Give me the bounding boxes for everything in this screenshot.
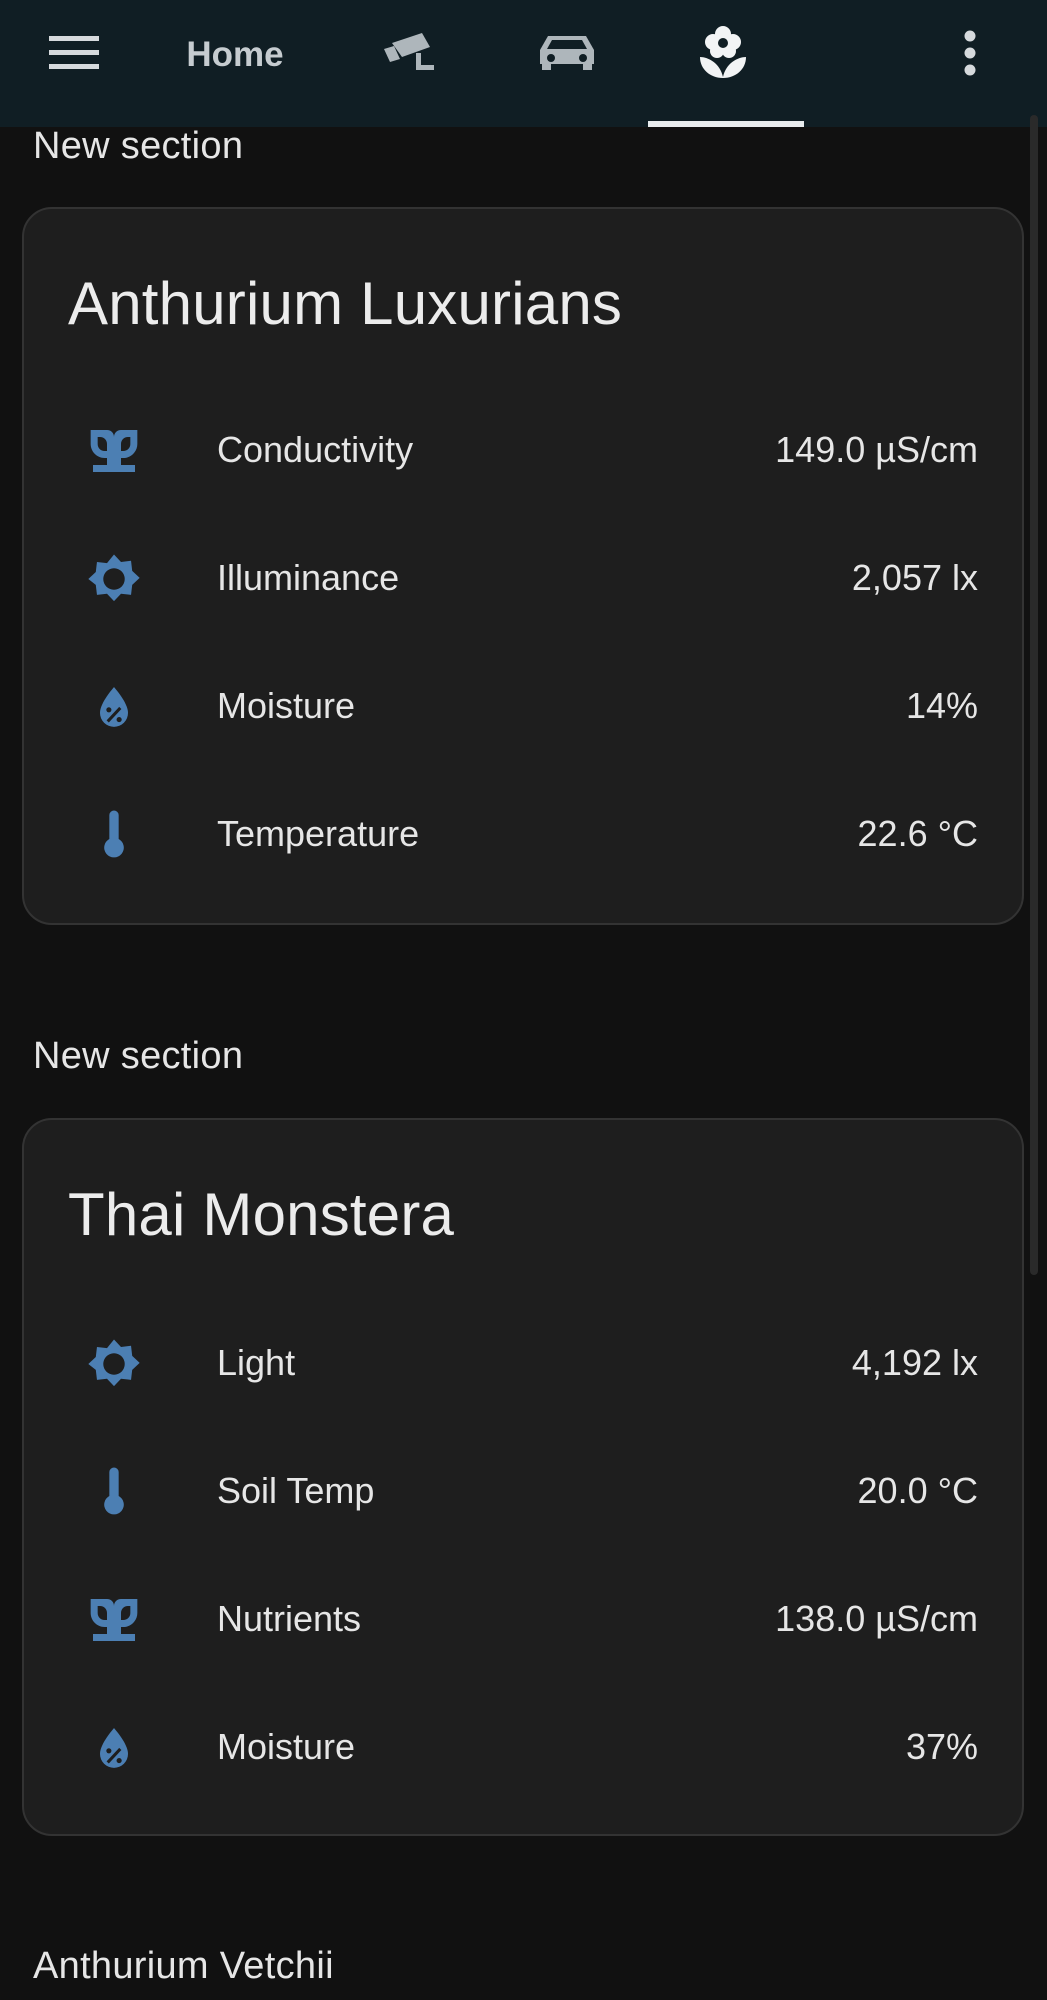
card-title: Thai Monstera [68, 1181, 455, 1248]
scrollbar[interactable] [1030, 115, 1038, 1275]
plant-card: Thai Monstera Light 4,192 lx Soil Temp 2… [22, 1118, 1024, 1836]
section-heading: Anthurium Vetchii [33, 1945, 334, 1987]
entity-value: 14% [905, 685, 978, 726]
sprout-icon [86, 1592, 142, 1648]
entity-name: Moisture [217, 685, 356, 726]
tab-home-label: Home [186, 34, 284, 74]
tab-flower[interactable] [648, 0, 798, 127]
entity-value: 149.0 µS/cm [775, 429, 978, 470]
entity-name: Light [217, 1342, 296, 1383]
section-heading: New section [33, 125, 244, 167]
entity-name: Illuminance [217, 557, 400, 598]
sprout-icon [86, 423, 142, 479]
entity-name: Temperature [217, 813, 420, 854]
entity-name: Soil Temp [217, 1470, 375, 1511]
entity-row-temperature[interactable]: Temperature 22.6 °C [24, 785, 1022, 885]
entity-row-moisture[interactable]: Moisture 37% [24, 1698, 1022, 1798]
overflow-menu-icon[interactable] [945, 22, 995, 84]
hamburger-menu-icon[interactable] [38, 26, 110, 80]
top-app-bar: Home [0, 0, 1047, 127]
section-heading: New section [33, 1035, 244, 1077]
entity-row-moisture[interactable]: Moisture 14% [24, 657, 1022, 757]
entity-value: 4,192 lx [851, 1342, 978, 1383]
entity-value: 20.0 °C [857, 1470, 978, 1511]
entity-value: 22.6 °C [857, 813, 978, 854]
entity-value: 2,057 lx [851, 557, 978, 598]
entity-name: Nutrients [217, 1598, 362, 1639]
entity-value: 138.0 µS/cm [775, 1598, 978, 1639]
sun-icon [86, 551, 142, 607]
entity-value: 37% [905, 1726, 978, 1767]
cctv-icon [382, 29, 438, 80]
entity-row-soil-temp[interactable]: Soil Temp 20.0 °C [24, 1442, 1022, 1542]
tab-car[interactable] [492, 0, 642, 127]
entity-row-nutrients[interactable]: Nutrients 138.0 µS/cm [24, 1570, 1022, 1670]
sun-icon [86, 1336, 142, 1392]
entity-row-conductivity[interactable]: Conductivity 149.0 µS/cm [24, 401, 1022, 501]
entity-row-light[interactable]: Light 4,192 lx [24, 1314, 1022, 1414]
entity-name: Moisture [217, 1726, 356, 1767]
active-tab-indicator [648, 121, 804, 127]
thermometer-icon [86, 807, 142, 863]
flower-icon [698, 25, 748, 84]
plant-card: Anthurium Luxurians Conductivity 149.0 µ… [22, 207, 1024, 925]
water-percent-icon [86, 1720, 142, 1776]
tab-home[interactable]: Home [160, 0, 310, 127]
tab-cctv[interactable] [335, 0, 485, 127]
car-icon [536, 32, 598, 77]
card-title: Anthurium Luxurians [68, 270, 623, 337]
entity-row-illuminance[interactable]: Illuminance 2,057 lx [24, 529, 1022, 629]
entity-name: Conductivity [217, 429, 414, 470]
thermometer-icon [86, 1464, 142, 1520]
water-percent-icon [86, 679, 142, 735]
